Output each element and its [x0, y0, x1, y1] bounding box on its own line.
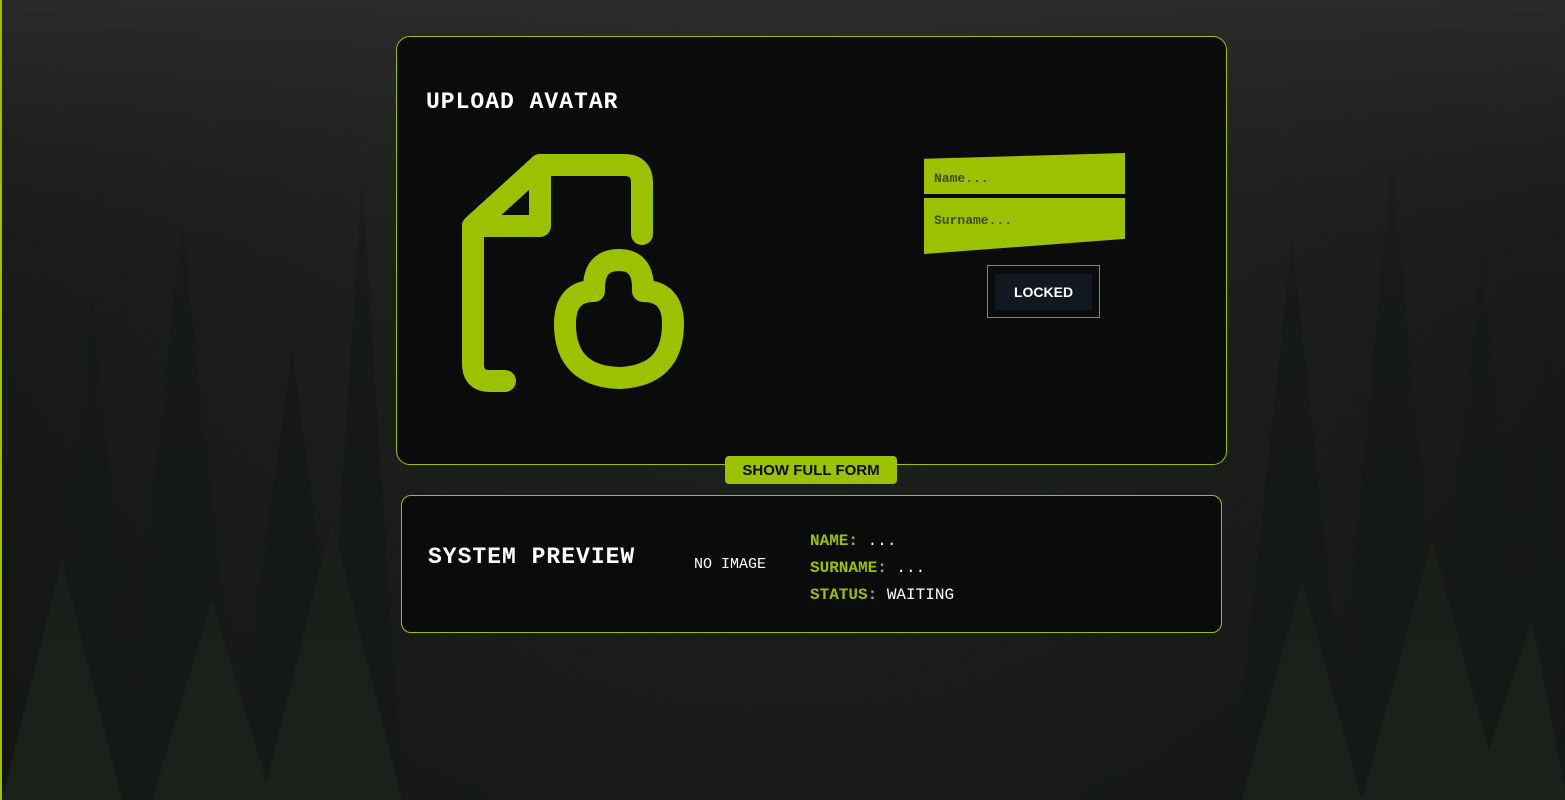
locked-button[interactable]: LOCKED: [995, 274, 1092, 310]
name-value: ...: [867, 532, 897, 550]
surname-value: ...: [896, 559, 926, 577]
system-preview-panel: SYSTEM PREVIEW NO IMAGE NAME: ... SURNAM…: [401, 495, 1222, 633]
surname-field[interactable]: [924, 198, 1125, 254]
upload-title: UPLOAD AVATAR: [426, 89, 619, 115]
upload-avatar-panel: UPLOAD AVATAR LOCKED: [396, 36, 1227, 465]
name-field[interactable]: [924, 153, 1125, 194]
status-value: WAITING: [886, 586, 955, 604]
preview-surname-row: SURNAME: ...: [810, 555, 954, 582]
preview-info: NAME: ... SURNAME: ... STATUS: WAITING: [810, 528, 954, 609]
preview-name-row: NAME: ...: [810, 528, 954, 555]
preview-title: SYSTEM PREVIEW: [428, 544, 636, 570]
name-key: NAME:: [810, 532, 859, 550]
status-key: STATUS:: [810, 586, 878, 604]
surname-key: SURNAME:: [810, 559, 887, 577]
preview-status-row: STATUS: WAITING: [810, 582, 954, 609]
locked-button-frame: LOCKED: [987, 265, 1100, 318]
avatar-placeholder: NO IMAGE: [694, 556, 767, 573]
show-full-form-button[interactable]: SHOW FULL FORM: [725, 456, 897, 484]
file-upload-cloud-icon[interactable]: [452, 148, 702, 398]
